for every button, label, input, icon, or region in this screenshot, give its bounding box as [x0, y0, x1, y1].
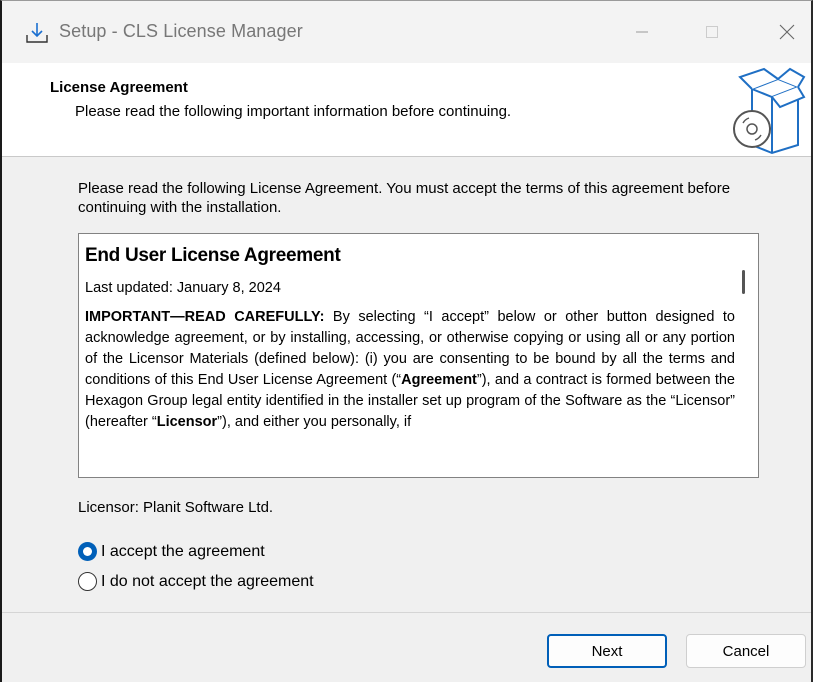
intro-text: Please read the following License Agreem…: [78, 180, 731, 216]
license-paragraph: IMPORTANT—READ CAREFULLY: By selecting “…: [85, 307, 735, 433]
accept-agreement-radio[interactable]: I accept the agreement: [78, 542, 265, 561]
minimize-button[interactable]: [612, 1, 672, 63]
accept-agreement-label: I accept the agreement: [101, 542, 265, 560]
license-text-part-3: ”), and either you personally, if: [217, 414, 412, 430]
next-button[interactable]: Next: [547, 634, 667, 668]
page-subtitle: Please read the following important info…: [75, 103, 512, 120]
footer-divider: [2, 612, 811, 613]
cancel-button[interactable]: Cancel: [686, 634, 806, 668]
close-button[interactable]: [757, 1, 813, 63]
minimize-icon: [636, 31, 648, 33]
license-last-updated: Last updated: January 8, 2024: [85, 280, 281, 296]
license-term-licensor: Licensor: [156, 414, 218, 430]
setup-download-icon: [25, 21, 49, 45]
close-icon: [779, 24, 795, 40]
setup-window: Setup - CLS License Manager License Agre…: [0, 0, 813, 682]
license-scrollbar-thumb[interactable]: [742, 270, 745, 294]
title-bar: Setup - CLS License Manager: [2, 1, 811, 63]
license-term-agreement: Agreement: [401, 372, 477, 388]
header-pane: License Agreement Please read the follow…: [2, 63, 811, 157]
decline-agreement-label: I do not accept the agreement: [101, 572, 314, 590]
page-title: License Agreement: [50, 79, 188, 96]
decline-agreement-radio[interactable]: I do not accept the agreement: [78, 572, 314, 591]
license-heading: End User License Agreement: [85, 245, 341, 266]
maximize-button[interactable]: [682, 1, 742, 63]
box-disc-icon: [724, 67, 806, 155]
license-textbox[interactable]: End User License Agreement Last updated:…: [78, 233, 759, 478]
license-important-lead: IMPORTANT—READ CAREFULLY:: [85, 309, 325, 325]
maximize-icon: [706, 26, 718, 38]
radio-checked-icon: [78, 542, 97, 561]
window-title: Setup - CLS License Manager: [59, 21, 303, 41]
licensor-label: Licensor: Planit Software Ltd.: [78, 499, 274, 516]
radio-unchecked-icon: [78, 572, 97, 591]
